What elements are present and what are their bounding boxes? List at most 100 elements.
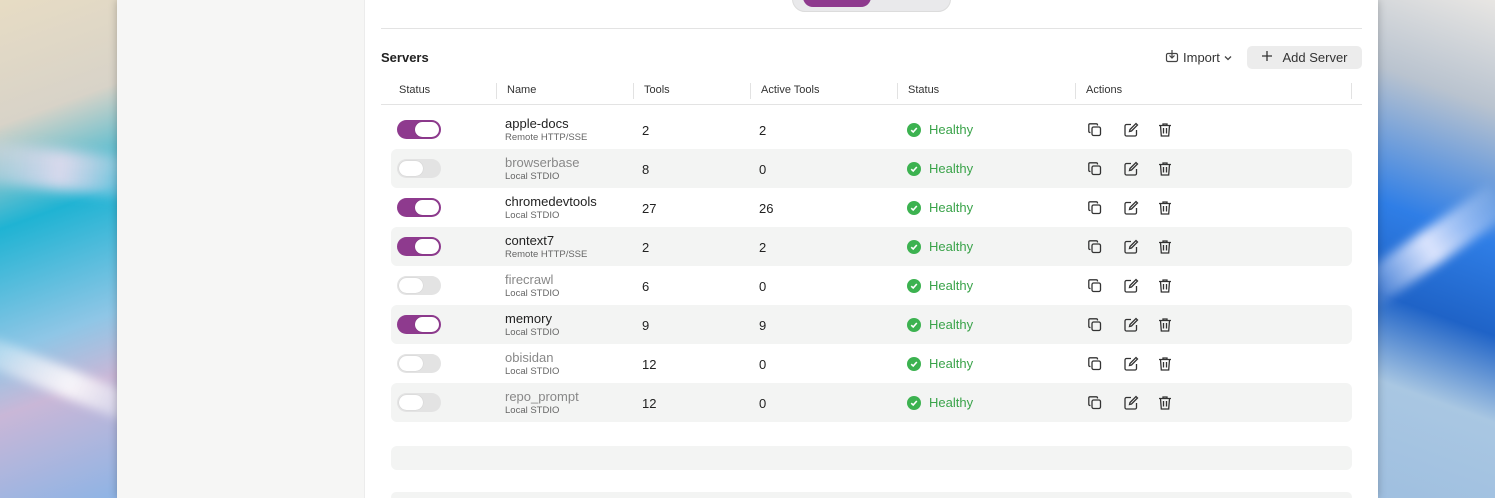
check-circle-icon bbox=[907, 317, 921, 332]
server-name: apple-docs bbox=[505, 116, 569, 131]
active-tools-count: 0 bbox=[759, 279, 767, 294]
toggle-knob bbox=[399, 356, 423, 371]
copy-icon[interactable] bbox=[1087, 161, 1103, 177]
server-transport-type: Local STDIO bbox=[505, 210, 560, 221]
active-tools-count: 9 bbox=[759, 318, 767, 333]
import-label: Import bbox=[1183, 50, 1220, 65]
column-separator[interactable] bbox=[750, 83, 751, 99]
column-header-name[interactable]: Name bbox=[507, 84, 536, 96]
health-status: Healthy bbox=[907, 239, 973, 254]
copy-icon[interactable] bbox=[1087, 239, 1103, 255]
column-header-status[interactable]: Status bbox=[399, 84, 430, 96]
trash-icon[interactable] bbox=[1157, 278, 1173, 294]
column-separator[interactable] bbox=[1351, 83, 1352, 99]
server-name: firecrawl bbox=[505, 272, 554, 287]
health-status: Healthy bbox=[907, 161, 973, 176]
column-header-health-status[interactable]: Status bbox=[908, 84, 939, 96]
column-separator[interactable] bbox=[496, 83, 497, 99]
health-status-label: Healthy bbox=[929, 356, 974, 371]
segment-active-option[interactable] bbox=[803, 0, 871, 7]
health-status: Healthy bbox=[907, 200, 973, 215]
copy-icon[interactable] bbox=[1087, 395, 1103, 411]
table-row: browserbase Local STDIO 8 0 Healthy bbox=[391, 149, 1352, 188]
active-tools-count: 0 bbox=[759, 162, 767, 177]
view-segmented-control[interactable] bbox=[792, 0, 951, 12]
server-enabled-toggle[interactable] bbox=[397, 198, 441, 217]
health-status-label: Healthy bbox=[929, 395, 974, 410]
table-row: memory Local STDIO 9 9 Healthy bbox=[391, 305, 1352, 344]
toggle-knob bbox=[399, 278, 423, 293]
tools-count: 8 bbox=[642, 162, 650, 177]
trash-icon[interactable] bbox=[1157, 395, 1173, 411]
server-transport-type: Remote HTTP/SSE bbox=[505, 249, 588, 260]
server-name: repo_prompt bbox=[505, 389, 579, 404]
add-server-button[interactable]: Add Server bbox=[1247, 46, 1362, 69]
table-row: context7 Remote HTTP/SSE 2 2 Healthy bbox=[391, 227, 1352, 266]
copy-icon[interactable] bbox=[1087, 278, 1103, 294]
check-circle-icon bbox=[907, 395, 921, 410]
server-transport-type: Local STDIO bbox=[505, 405, 560, 416]
edit-icon[interactable] bbox=[1123, 317, 1139, 333]
edit-icon[interactable] bbox=[1123, 161, 1139, 177]
server-enabled-toggle[interactable] bbox=[397, 120, 441, 139]
toggle-knob bbox=[399, 161, 423, 176]
server-name: chromedevtools bbox=[505, 194, 597, 209]
trash-icon[interactable] bbox=[1157, 161, 1173, 177]
server-table-body: apple-docs Remote HTTP/SSE 2 2 Healthy b… bbox=[391, 110, 1352, 422]
table-row: firecrawl Local STDIO 6 0 Healthy bbox=[391, 266, 1352, 305]
server-enabled-toggle[interactable] bbox=[397, 354, 441, 373]
table-row: repo_prompt Local STDIO 12 0 Healthy bbox=[391, 383, 1352, 422]
section-title: Servers bbox=[381, 50, 429, 65]
column-separator[interactable] bbox=[633, 83, 634, 99]
check-circle-icon bbox=[907, 278, 921, 293]
check-circle-icon bbox=[907, 356, 921, 371]
trash-icon[interactable] bbox=[1157, 122, 1173, 138]
server-name: context7 bbox=[505, 233, 555, 248]
server-transport-type: Local STDIO bbox=[505, 366, 560, 377]
column-separator[interactable] bbox=[897, 83, 898, 99]
edit-icon[interactable] bbox=[1123, 122, 1139, 138]
server-enabled-toggle[interactable] bbox=[397, 276, 441, 295]
edit-icon[interactable] bbox=[1123, 356, 1139, 372]
column-header-tools[interactable]: Tools bbox=[644, 84, 670, 96]
column-header-actions[interactable]: Actions bbox=[1086, 84, 1122, 96]
column-header-active-tools[interactable]: Active Tools bbox=[761, 84, 820, 96]
empty-row bbox=[391, 492, 1352, 498]
toggle-knob bbox=[415, 200, 439, 215]
active-tools-count: 2 bbox=[759, 240, 767, 255]
toggle-knob bbox=[415, 239, 439, 254]
trash-icon[interactable] bbox=[1157, 200, 1173, 216]
server-name: memory bbox=[505, 311, 552, 326]
active-tools-count: 26 bbox=[759, 201, 774, 216]
edit-icon[interactable] bbox=[1123, 278, 1139, 294]
edit-icon[interactable] bbox=[1123, 239, 1139, 255]
edit-icon[interactable] bbox=[1123, 200, 1139, 216]
health-status: Healthy bbox=[907, 122, 973, 137]
import-button[interactable]: Import bbox=[1161, 46, 1236, 69]
trash-icon[interactable] bbox=[1157, 239, 1173, 255]
server-enabled-toggle[interactable] bbox=[397, 237, 441, 256]
trash-icon[interactable] bbox=[1157, 356, 1173, 372]
trash-icon[interactable] bbox=[1157, 317, 1173, 333]
tools-count: 27 bbox=[642, 201, 657, 216]
divider bbox=[381, 28, 1362, 29]
active-tools-count: 0 bbox=[759, 396, 767, 411]
chevron-down-icon bbox=[1224, 50, 1232, 65]
empty-row bbox=[391, 446, 1352, 470]
copy-icon[interactable] bbox=[1087, 317, 1103, 333]
copy-icon[interactable] bbox=[1087, 200, 1103, 216]
server-transport-type: Remote HTTP/SSE bbox=[505, 132, 588, 143]
column-separator[interactable] bbox=[1075, 83, 1076, 99]
health-status-label: Healthy bbox=[929, 278, 974, 293]
server-enabled-toggle[interactable] bbox=[397, 159, 441, 178]
active-tools-count: 0 bbox=[759, 357, 767, 372]
server-transport-type: Local STDIO bbox=[505, 171, 560, 182]
copy-icon[interactable] bbox=[1087, 356, 1103, 372]
copy-icon[interactable] bbox=[1087, 122, 1103, 138]
edit-icon[interactable] bbox=[1123, 395, 1139, 411]
server-name: browserbase bbox=[505, 155, 580, 170]
check-circle-icon bbox=[907, 239, 921, 254]
health-status-label: Healthy bbox=[929, 122, 974, 137]
server-enabled-toggle[interactable] bbox=[397, 393, 441, 412]
server-enabled-toggle[interactable] bbox=[397, 315, 441, 334]
